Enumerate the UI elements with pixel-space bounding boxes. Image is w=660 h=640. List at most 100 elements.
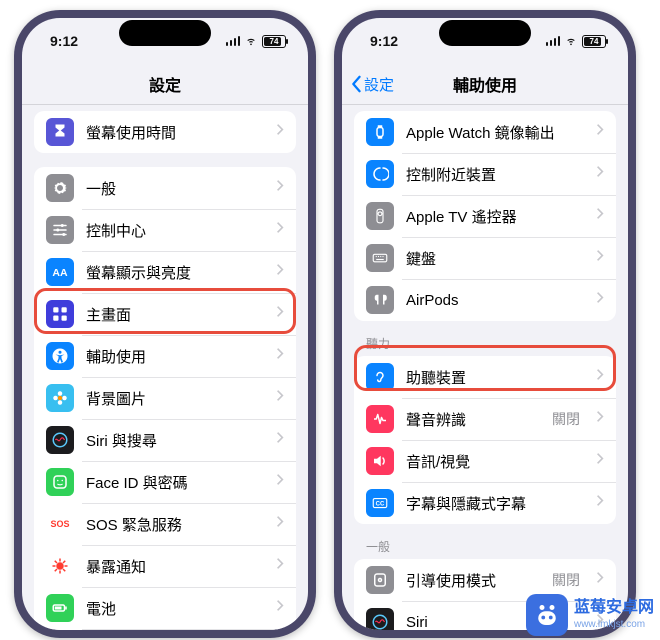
- settings-row-5[interactable]: 背景圖片: [34, 377, 296, 419]
- row-label: Face ID 與密碼: [86, 472, 264, 493]
- chevron-right-icon: [276, 123, 284, 141]
- back-label: 設定: [364, 74, 394, 95]
- watermark: 蓝莓安卓网 www.lmkjst.com: [526, 594, 654, 636]
- svg-text:CC: CC: [376, 501, 385, 507]
- row-detail: 關閉: [552, 570, 580, 590]
- row-label: 引導使用模式: [406, 570, 540, 591]
- chevron-right-icon: [276, 431, 284, 449]
- settings-row-10[interactable]: 電池: [34, 587, 296, 629]
- settings-row-4[interactable]: AirPods: [354, 279, 616, 321]
- waves-icon: [366, 160, 394, 188]
- airpods-icon: [366, 286, 394, 314]
- settings-row-3[interactable]: CC 字幕與隱藏式字幕: [354, 482, 616, 524]
- chevron-right-icon: [596, 165, 604, 183]
- row-label: Apple Watch 鏡像輸出: [406, 122, 584, 143]
- face-icon: [46, 468, 74, 496]
- chevron-right-icon: [276, 263, 284, 281]
- settings-row-6[interactable]: Siri 與搜尋: [34, 419, 296, 461]
- status-time: 9:12: [50, 33, 78, 49]
- row-label: 螢幕顯示與亮度: [86, 262, 264, 283]
- chevron-right-icon: [596, 494, 604, 512]
- chevron-right-icon: [596, 207, 604, 225]
- watermark-icon: [526, 594, 568, 636]
- chevron-right-icon: [276, 305, 284, 323]
- wifi-icon: [564, 36, 578, 46]
- settings-row-11[interactable]: 隱私權與安全性: [34, 629, 296, 630]
- row-label: 音訊/視覺: [406, 451, 584, 472]
- sliders-icon: [46, 216, 74, 244]
- settings-row-4[interactable]: 輔助使用: [34, 335, 296, 377]
- back-button[interactable]: 設定: [350, 74, 394, 95]
- chevron-right-icon: [596, 571, 604, 589]
- row-label: SOS 緊急服務: [86, 514, 264, 535]
- sos-icon: SOS: [46, 510, 74, 538]
- settings-row-1[interactable]: 控制附近裝置: [354, 153, 616, 195]
- status-time: 9:12: [370, 33, 398, 49]
- dynamic-island: [439, 20, 531, 46]
- chevron-right-icon: [596, 249, 604, 267]
- row-label: 控制中心: [86, 220, 264, 241]
- settings-row-8[interactable]: SOS SOS 緊急服務: [34, 503, 296, 545]
- phone-right: 9:12 74 設定 輔助使用 Apple Watch 鏡像輸出: [334, 10, 636, 638]
- watermark-name: 蓝莓安卓网: [574, 600, 654, 616]
- watermark-url: www.lmkjst.com: [574, 619, 645, 630]
- nav-header: 設定 輔助使用: [342, 64, 628, 105]
- row-label: 鍵盤: [406, 248, 584, 269]
- wifi-icon: [244, 36, 258, 46]
- settings-row-0[interactable]: 一般: [34, 167, 296, 209]
- settings-row-0[interactable]: 螢幕使用時間: [34, 111, 296, 153]
- row-label: AirPods: [406, 292, 584, 309]
- row-label: 字幕與隱藏式字幕: [406, 493, 584, 514]
- chevron-right-icon: [276, 389, 284, 407]
- chevron-right-icon: [276, 221, 284, 239]
- guided-icon: [366, 566, 394, 594]
- row-label: 螢幕使用時間: [86, 122, 264, 143]
- settings-row-3[interactable]: 主畫面: [34, 293, 296, 335]
- settings-row-1[interactable]: 聲音辨識 關閉: [354, 398, 616, 440]
- settings-row-2[interactable]: Apple TV 遙控器: [354, 195, 616, 237]
- settings-row-2[interactable]: 音訊/視覺: [354, 440, 616, 482]
- row-label: Apple TV 遙控器: [406, 206, 584, 227]
- settings-row-9[interactable]: 暴露通知: [34, 545, 296, 587]
- settings-row-2[interactable]: AA 螢幕顯示與亮度: [34, 251, 296, 293]
- watch-icon: [366, 118, 394, 146]
- row-label: 輔助使用: [86, 346, 264, 367]
- row-label: 暴露通知: [86, 556, 264, 577]
- svg-text:AA: AA: [52, 267, 68, 279]
- grid-icon: [46, 300, 74, 328]
- chevron-right-icon: [596, 291, 604, 309]
- nav-header: 設定: [22, 64, 308, 105]
- chevron-right-icon: [276, 347, 284, 365]
- chevron-right-icon: [596, 410, 604, 428]
- row-label: 聲音辨識: [406, 409, 540, 430]
- ear-icon: [366, 363, 394, 391]
- chevron-right-icon: [596, 368, 604, 386]
- settings-row-1[interactable]: 控制中心: [34, 209, 296, 251]
- settings-row-0[interactable]: Apple Watch 鏡像輸出: [354, 111, 616, 153]
- flower-icon: [46, 384, 74, 412]
- battery-icon: [46, 594, 74, 622]
- row-label: 一般: [86, 178, 264, 199]
- siri-icon: [46, 426, 74, 454]
- settings-row-3[interactable]: 鍵盤: [354, 237, 616, 279]
- settings-row-0[interactable]: 助聽裝置: [354, 356, 616, 398]
- chevron-right-icon: [276, 599, 284, 617]
- battery-icon: 74: [582, 35, 606, 48]
- soundrec-icon: [366, 405, 394, 433]
- row-label: 主畫面: [86, 304, 264, 325]
- phone-left: 9:12 74 設定 螢幕使用時間 一般 控制中心: [14, 10, 316, 638]
- signal-icon: [226, 36, 241, 46]
- row-label: 背景圖片: [86, 388, 264, 409]
- dynamic-island: [119, 20, 211, 46]
- chevron-right-icon: [276, 557, 284, 575]
- chevron-right-icon: [596, 123, 604, 141]
- chevron-right-icon: [276, 515, 284, 533]
- settings-row-7[interactable]: Face ID 與密碼: [34, 461, 296, 503]
- page-title: 設定: [149, 72, 181, 96]
- row-label: 控制附近裝置: [406, 164, 584, 185]
- row-label: Siri 與搜尋: [86, 430, 264, 451]
- chevron-right-icon: [596, 452, 604, 470]
- page-title: 輔助使用: [453, 72, 517, 96]
- accessibility-icon: [46, 342, 74, 370]
- exposure-icon: [46, 552, 74, 580]
